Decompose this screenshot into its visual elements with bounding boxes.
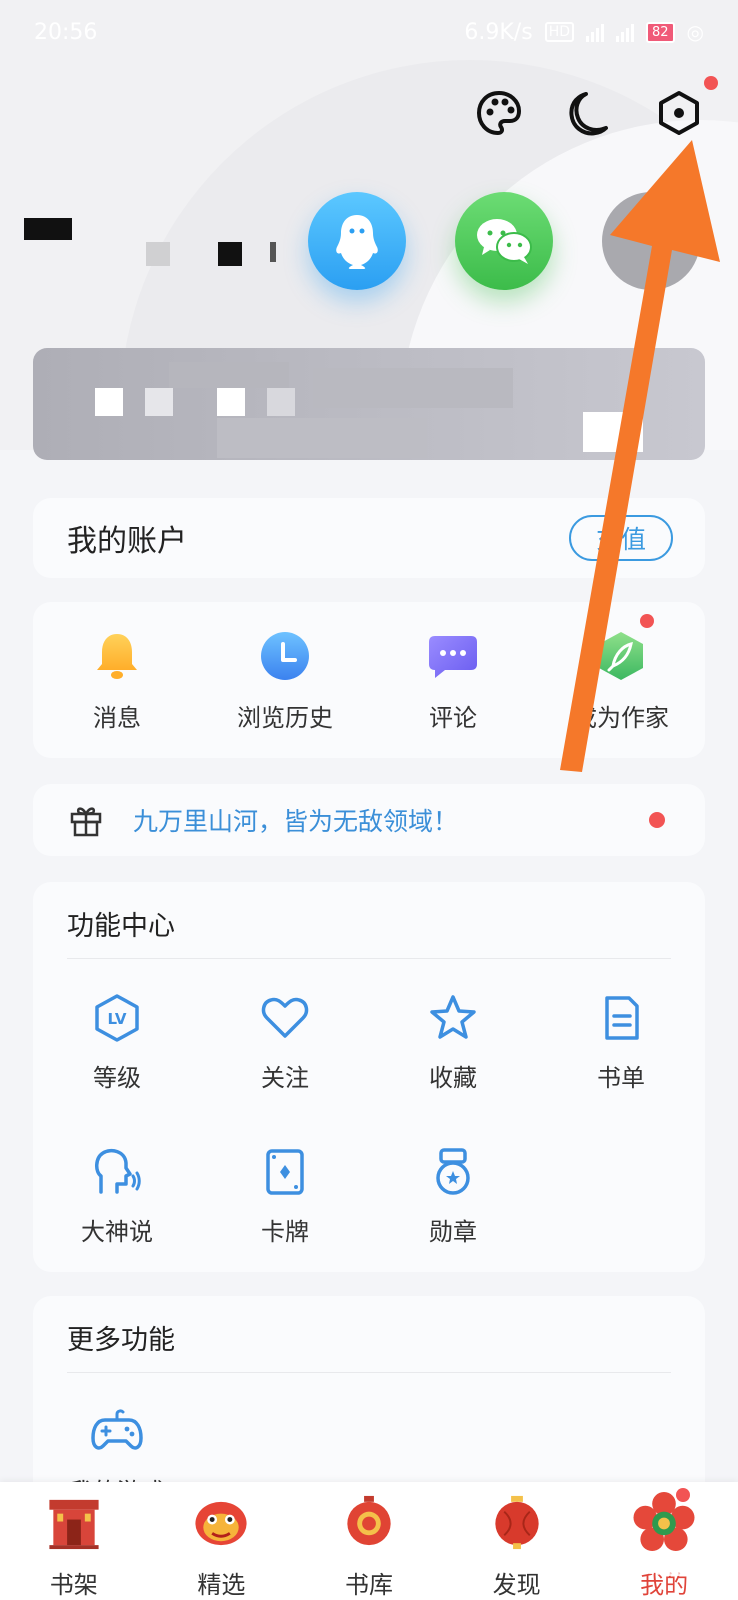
bell-icon — [97, 634, 137, 679]
nav-mine[interactable]: 我的 — [590, 1482, 738, 1600]
lion-icon — [195, 1501, 247, 1546]
nav-label: 发现 — [492, 1571, 541, 1599]
bottom-navigation: 书架 精选 书库 发现 我的 — [0, 1482, 738, 1600]
nav-library[interactable]: 书库 — [295, 1482, 443, 1600]
status-bar: 20:56 6.9K/s HD 82 ◎ — [0, 0, 738, 64]
function-center-title: 功能中心 — [67, 911, 175, 942]
func-label: 勋章 — [429, 1218, 477, 1246]
notice-banner[interactable]: 九万里山河，皆为无敌领域！ — [33, 784, 705, 856]
card-icon — [266, 1149, 304, 1195]
medal-icon — [436, 1148, 470, 1195]
quick-label: 消息 — [93, 704, 141, 732]
recharge-button[interactable]: 充值 — [569, 515, 673, 561]
wechat-login-button[interactable] — [455, 192, 553, 290]
network-speed: 6.9K/s — [464, 19, 533, 45]
red-lantern-icon — [494, 1495, 539, 1550]
comment-icon — [429, 636, 477, 678]
func-label: 收藏 — [429, 1064, 477, 1092]
func-item-favorites[interactable]: 收藏 — [369, 992, 537, 1093]
gamepad-icon — [91, 1409, 143, 1450]
settings-badge — [704, 76, 718, 90]
baidu-watermark: Baidu经验 — [572, 1551, 708, 1581]
divider — [67, 1372, 671, 1373]
func-item-master-talk[interactable]: 大神说 — [33, 1146, 201, 1247]
clock-icon — [261, 632, 309, 680]
func-item-booklist[interactable]: 书单 — [537, 992, 705, 1093]
feather-icon — [599, 632, 643, 680]
writer-badge — [640, 614, 654, 628]
account-title: 我的账户 — [67, 524, 187, 559]
func-label: 书单 — [597, 1064, 645, 1092]
nav-label: 书架 — [49, 1571, 98, 1599]
notice-badge — [649, 812, 665, 828]
quick-label: 成为作家 — [573, 704, 669, 732]
nav-label: 精选 — [197, 1571, 246, 1599]
nav-bookshelf[interactable]: 书架 — [0, 1482, 148, 1600]
func-label: 等级 — [93, 1064, 141, 1092]
heart-icon — [261, 997, 309, 1038]
svg-text:LV: LV — [107, 1010, 126, 1028]
more-login-button[interactable] — [602, 192, 700, 290]
quick-item-history[interactable]: 浏览历史 — [201, 602, 369, 758]
battery-icon: 82 — [646, 21, 675, 43]
signal-icon-2 — [616, 22, 634, 42]
status-time: 20:56 — [34, 19, 98, 45]
quick-actions-card: 消息 浏览历史 评论 成为作家 — [33, 602, 705, 758]
quick-item-comments[interactable]: 评论 — [369, 602, 537, 758]
func-label: 卡牌 — [261, 1218, 309, 1246]
qq-login-button[interactable] — [308, 192, 406, 290]
alarm-icon: ◎ — [686, 20, 704, 44]
bookshelf-icon — [49, 1499, 99, 1550]
func-label: 大神说 — [81, 1218, 153, 1246]
nav-label: 书库 — [344, 1571, 393, 1599]
func-item-medals[interactable]: 勋章 — [369, 1146, 537, 1247]
speaker-icon — [95, 1149, 141, 1194]
night-mode-icon[interactable] — [564, 88, 614, 138]
func-item-follow[interactable]: 关注 — [201, 992, 369, 1093]
level-icon: LV — [95, 994, 139, 1042]
divider — [67, 958, 671, 959]
star-icon — [430, 995, 476, 1039]
hd-icon: HD — [544, 22, 574, 42]
quick-item-messages[interactable]: 消息 — [33, 602, 201, 758]
quick-item-become-writer[interactable]: 成为作家 — [537, 602, 705, 758]
notice-text: 九万里山河，皆为无敌领域！ — [133, 807, 459, 836]
signal-icon — [586, 22, 604, 42]
member-card-redacted[interactable] — [33, 348, 705, 460]
account-card[interactable]: 我的账户 充值 — [33, 498, 705, 578]
settings-icon[interactable] — [654, 76, 718, 138]
nav-discover[interactable]: 发现 — [443, 1482, 591, 1600]
lantern-icon — [347, 1495, 391, 1546]
quick-label: 评论 — [429, 704, 477, 732]
more-functions-title: 更多功能 — [67, 1325, 175, 1356]
username-redacted — [0, 200, 300, 280]
gift-icon — [70, 807, 102, 837]
palette-icon[interactable] — [474, 88, 524, 138]
func-label: 关注 — [261, 1064, 309, 1092]
function-center-card: 功能中心 LV 等级 关注 收藏 书单 大神说 卡牌 勋章 — [33, 882, 705, 1272]
func-item-level[interactable]: LV 等级 — [33, 992, 201, 1093]
nav-featured[interactable]: 精选 — [148, 1482, 296, 1600]
header-actions — [474, 76, 718, 138]
quick-label: 浏览历史 — [237, 704, 333, 732]
func-item-cards[interactable]: 卡牌 — [201, 1146, 369, 1247]
wechat-icon — [477, 219, 532, 264]
booklist-icon — [605, 996, 639, 1040]
qq-icon — [336, 215, 378, 269]
mine-badge — [675, 1488, 690, 1502]
